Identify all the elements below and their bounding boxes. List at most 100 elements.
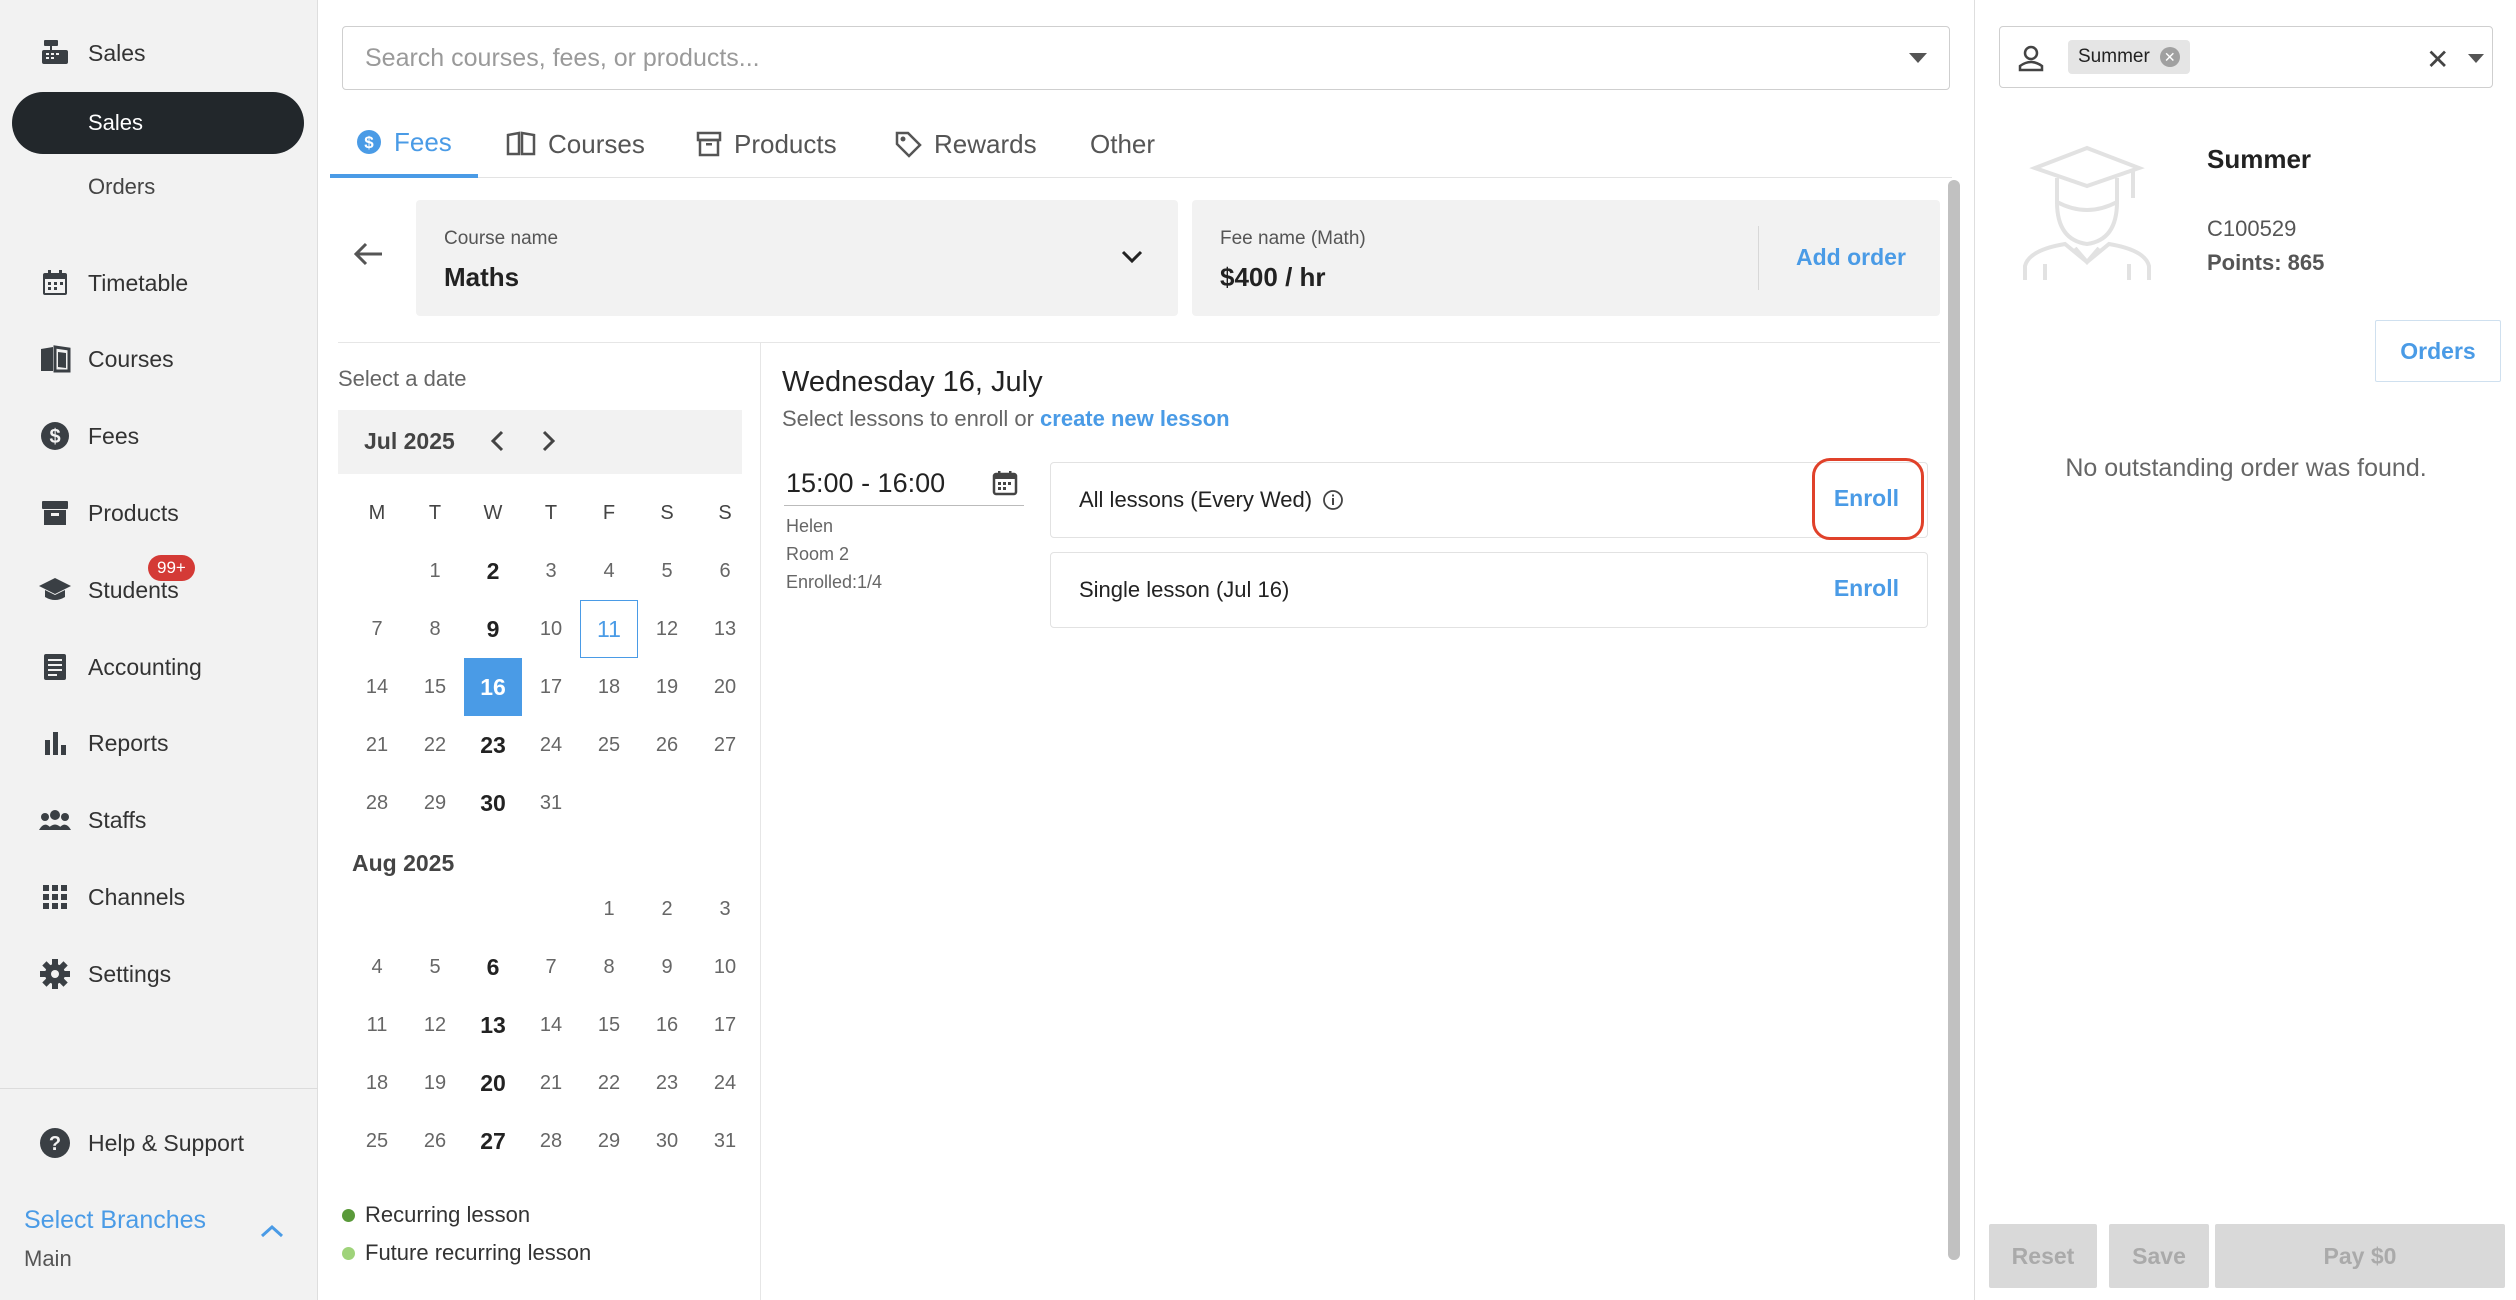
save-button[interactable]: Save [2109,1224,2209,1288]
tab-courses[interactable]: Courses [506,110,645,178]
calendar-day[interactable]: 3 [522,542,580,600]
calendar-day[interactable]: 12 [638,600,696,658]
calendar-day[interactable]: 15 [580,996,638,1054]
calendar-day[interactable]: 19 [406,1054,464,1112]
calendar-day[interactable]: 29 [580,1112,638,1170]
sidebar-item-courses[interactable]: Courses [0,332,318,386]
calendar-day[interactable]: 14 [348,658,406,716]
chevron-down-icon[interactable] [1120,248,1144,271]
sidebar-item-accounting[interactable]: Accounting [0,640,318,694]
calendar-day[interactable]: 4 [580,542,638,600]
info-icon[interactable] [1322,489,1344,511]
sidebar-item-timetable[interactable]: Timetable [0,256,318,310]
calendar-day[interactable]: 11 [580,600,638,658]
calendar-day[interactable]: 10 [696,938,754,996]
calendar-day[interactable]: 10 [522,600,580,658]
calendar-day[interactable]: 23 [464,716,522,774]
calendar-day[interactable]: 7 [348,600,406,658]
calendar-day[interactable]: 3 [696,880,754,938]
calendar-day[interactable]: 19 [638,658,696,716]
time-field[interactable]: 15:00 - 16:00 [784,462,1024,506]
orders-button[interactable]: Orders [2375,320,2501,382]
calendar-day[interactable]: 1 [406,542,464,600]
calendar-day[interactable]: 21 [522,1054,580,1112]
tab-products[interactable]: Products [696,110,837,178]
calendar-day[interactable]: 22 [406,716,464,774]
calendar-day[interactable]: 21 [348,716,406,774]
calendar-day[interactable]: 20 [464,1054,522,1112]
tab-rewards[interactable]: Rewards [894,110,1037,178]
course-select[interactable]: Course name Maths [416,200,1178,316]
scrollbar-thumb[interactable] [1948,180,1960,1260]
calendar-day[interactable]: 13 [696,600,754,658]
calendar-day[interactable]: 27 [696,716,754,774]
calendar-day[interactable]: 11 [348,996,406,1054]
clear-icon[interactable]: ✕ [2426,43,2449,76]
calendar-day[interactable]: 28 [348,774,406,832]
calendar-day[interactable]: 31 [522,774,580,832]
calendar-day[interactable]: 6 [464,938,522,996]
reset-button[interactable]: Reset [1989,1224,2097,1288]
customer-select[interactable]: Summer ✕ ✕ [1999,26,2493,88]
calendar-day[interactable]: 9 [464,600,522,658]
dropdown-arrow-icon[interactable] [1909,53,1927,63]
calendar-day[interactable]: 17 [522,658,580,716]
calendar-day[interactable]: 2 [464,542,522,600]
calendar-day[interactable]: 25 [348,1112,406,1170]
chevron-left-icon[interactable] [488,428,508,461]
sidebar-item-channels[interactable]: Channels [0,870,318,924]
tab-fees[interactable]: $ Fees [330,110,478,178]
calendar-day[interactable]: 9 [638,938,696,996]
calendar-day[interactable]: 13 [464,996,522,1054]
pay-button[interactable]: Pay $0 [2215,1224,2505,1288]
sidebar-item-fees[interactable]: $ Fees [0,409,318,463]
sidebar-sub-orders[interactable]: Orders [12,156,304,218]
calendar-day[interactable]: 24 [522,716,580,774]
calendar-day[interactable]: 14 [522,996,580,1054]
calendar-day[interactable]: 25 [580,716,638,774]
calendar-day[interactable]: 16 [464,658,522,716]
calendar-day[interactable]: 18 [580,658,638,716]
sidebar-item-staffs[interactable]: Staffs [0,793,318,847]
calendar-day[interactable]: 12 [406,996,464,1054]
chevron-up-icon[interactable] [258,1222,286,1245]
calendar-icon[interactable] [992,470,1018,501]
dropdown-arrow-icon[interactable] [2468,54,2484,63]
sidebar-item-settings[interactable]: Settings [0,947,318,1001]
calendar-day[interactable]: 20 [696,658,754,716]
calendar-day[interactable]: 4 [348,938,406,996]
customer-chip[interactable]: Summer ✕ [2068,40,2190,74]
create-lesson-link[interactable]: create new lesson [1040,406,1230,431]
calendar-day[interactable]: 23 [638,1054,696,1112]
calendar-day[interactable]: 5 [406,938,464,996]
calendar-day[interactable]: 2 [638,880,696,938]
search-input[interactable] [365,43,1845,73]
enroll-single-button[interactable]: Enroll [1834,575,1899,602]
sidebar-item-help[interactable]: ? Help & Support [0,1116,318,1170]
calendar-day[interactable]: 26 [406,1112,464,1170]
calendar-day[interactable]: 15 [406,658,464,716]
calendar-day[interactable]: 28 [522,1112,580,1170]
add-order-button[interactable]: Add order [1796,244,1906,271]
sidebar-item-reports[interactable]: Reports [0,716,318,770]
sidebar-sub-sales[interactable]: Sales [12,92,304,154]
enroll-all-button[interactable]: Enroll [1834,485,1899,512]
chip-remove-icon[interactable]: ✕ [2159,47,2180,67]
calendar-day[interactable]: 16 [638,996,696,1054]
calendar-day[interactable]: 8 [580,938,638,996]
scrollbar[interactable] [1948,180,1960,1260]
calendar-day[interactable]: 1 [580,880,638,938]
chevron-right-icon[interactable] [538,428,558,461]
branch-selector[interactable]: Select Branches [24,1206,206,1235]
calendar-day[interactable]: 30 [638,1112,696,1170]
calendar-day[interactable]: 30 [464,774,522,832]
calendar-day[interactable]: 24 [696,1054,754,1112]
calendar-day[interactable]: 29 [406,774,464,832]
sidebar-item-sales[interactable]: Sales [0,26,318,80]
calendar-day[interactable]: 31 [696,1112,754,1170]
back-arrow-icon[interactable] [352,240,384,273]
calendar-day[interactable]: 8 [406,600,464,658]
calendar-day[interactable]: 26 [638,716,696,774]
calendar-day[interactable]: 7 [522,938,580,996]
calendar-day[interactable]: 18 [348,1054,406,1112]
